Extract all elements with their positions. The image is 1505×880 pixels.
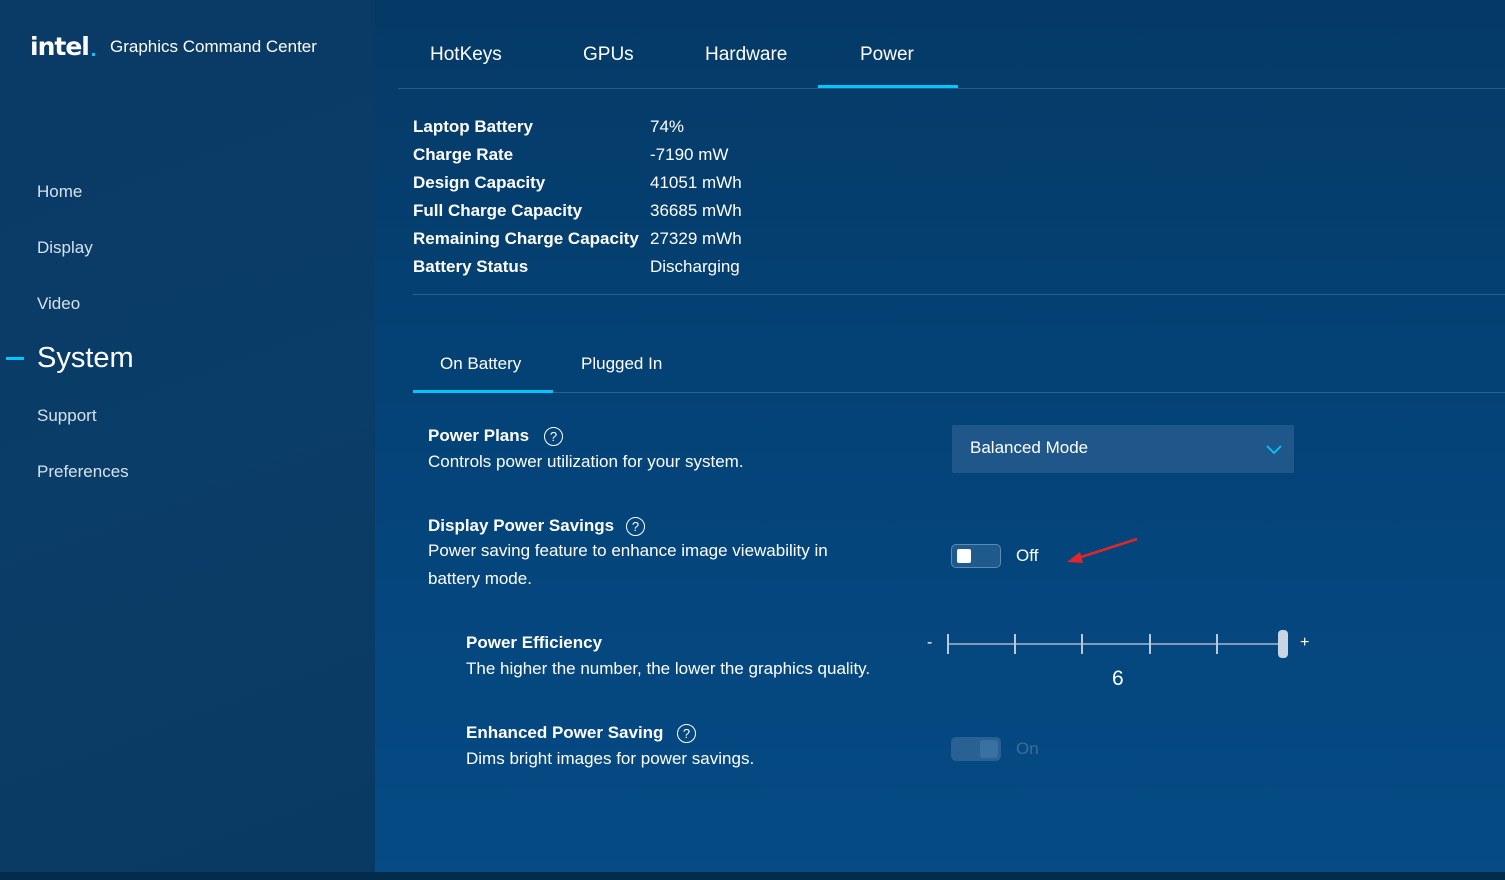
display-power-savings-description: Power saving feature to enhance image vi… (428, 537, 828, 593)
power-efficiency-value: 6 (1112, 667, 1124, 690)
power-plans-description: Controls power utilization for your syst… (428, 452, 744, 471)
power-plan-dropdown[interactable]: Balanced Mode (952, 425, 1294, 473)
info-label: Laptop Battery (413, 117, 533, 136)
enhanced-power-saving-toggle[interactable] (951, 737, 1001, 761)
annotation-arrow-icon (1067, 537, 1138, 563)
info-value: -7190 mW (650, 145, 729, 164)
display-power-savings-state: Off (1016, 546, 1039, 565)
description-line: Power saving feature to enhance image vi… (428, 541, 828, 560)
info-label: Remaining Charge Capacity (413, 229, 639, 248)
slider-tick (1215, 634, 1218, 654)
slider-min-sign: - (927, 634, 933, 651)
slider-max-sign: + (1300, 634, 1310, 651)
enhanced-power-saving-state: On (1016, 739, 1039, 758)
description-line: battery mode. (428, 569, 532, 588)
tab-power[interactable]: Power (860, 44, 914, 66)
tab-power-underline (818, 85, 958, 88)
chevron-down-icon (1266, 445, 1282, 455)
info-label: Design Capacity (413, 173, 546, 192)
battery-info-row: Battery Status Discharging (413, 253, 742, 281)
subtab-on-battery-underline (413, 390, 553, 393)
info-value: 27329 mWh (650, 229, 742, 248)
sidebar-item-system[interactable]: System (37, 342, 134, 375)
info-value: 41051 mWh (650, 173, 742, 192)
slider-tick (1081, 634, 1084, 654)
power-source-tabs: On Battery Plugged In (413, 340, 1505, 393)
battery-info-row: Laptop Battery 74% (413, 113, 742, 141)
battery-info-table: Laptop Battery 74% Charge Rate -7190 mW … (413, 113, 742, 281)
battery-info-row: Design Capacity 41051 mWh (413, 169, 742, 197)
sidebar: intel Graphics Command Center Home Displ… (0, 0, 375, 880)
slider-thumb[interactable] (1278, 630, 1288, 658)
enhanced-power-saving-title: Enhanced Power Saving (466, 723, 664, 742)
battery-info-row: Charge Rate -7190 mW (413, 141, 742, 169)
info-label: Charge Rate (413, 145, 514, 164)
subtab-on-battery[interactable]: On Battery (440, 354, 521, 374)
tab-hardware[interactable]: Hardware (705, 44, 787, 66)
info-value: Discharging (650, 257, 740, 276)
slider-track (947, 643, 1283, 645)
power-plans-title: Power Plans (428, 426, 530, 445)
active-nav-marker (6, 357, 24, 360)
power-efficiency-title: Power Efficiency (466, 633, 603, 652)
power-efficiency-description: The higher the number, the lower the gra… (466, 659, 871, 678)
toggle-knob (957, 549, 971, 563)
slider-tick (1014, 634, 1017, 654)
intel-logo-dot (91, 53, 95, 56)
info-value: 36685 mWh (650, 201, 742, 220)
display-power-savings-toggle[interactable] (951, 544, 1001, 568)
power-efficiency-slider[interactable] (947, 630, 1288, 658)
info-label: Full Charge Capacity (413, 201, 583, 220)
slider-tick (1148, 634, 1151, 654)
bottom-strip (0, 872, 1505, 880)
tab-gpus[interactable]: GPUs (583, 44, 634, 66)
top-tabs: HotKeys GPUs Hardware Power (398, 0, 1505, 89)
sidebar-item-home[interactable]: Home (37, 182, 82, 202)
battery-info-row: Remaining Charge Capacity 27329 mWh (413, 225, 742, 253)
power-plans-help-icon[interactable]: ? (544, 427, 563, 446)
info-value: 74% (650, 117, 685, 136)
sidebar-item-preferences[interactable]: Preferences (37, 462, 129, 482)
section-divider (413, 294, 1505, 295)
intel-logo-text: intel (30, 32, 90, 61)
display-power-savings-title: Display Power Savings (428, 516, 615, 535)
power-plan-selected: Balanced Mode (970, 438, 1089, 457)
tab-hotkeys[interactable]: HotKeys (430, 44, 502, 66)
subtab-plugged-in[interactable]: Plugged In (581, 354, 662, 374)
battery-info-row: Full Charge Capacity 36685 mWh (413, 197, 742, 225)
main-panel: HotKeys GPUs Hardware Power Laptop Batte… (375, 0, 1505, 880)
info-label: Battery Status (413, 257, 529, 276)
display-power-savings-help-icon[interactable]: ? (626, 517, 645, 536)
enhanced-power-saving-help-icon[interactable]: ? (677, 724, 696, 743)
intel-logo: intel (30, 32, 95, 61)
enhanced-power-saving-description: Dims bright images for power savings. (466, 749, 755, 768)
sidebar-item-display[interactable]: Display (37, 238, 93, 258)
sidebar-item-support[interactable]: Support (37, 406, 97, 426)
app-title: Graphics Command Center (110, 37, 317, 56)
slider-tick (947, 634, 949, 654)
toggle-knob (980, 740, 998, 758)
sidebar-item-video[interactable]: Video (37, 294, 80, 314)
